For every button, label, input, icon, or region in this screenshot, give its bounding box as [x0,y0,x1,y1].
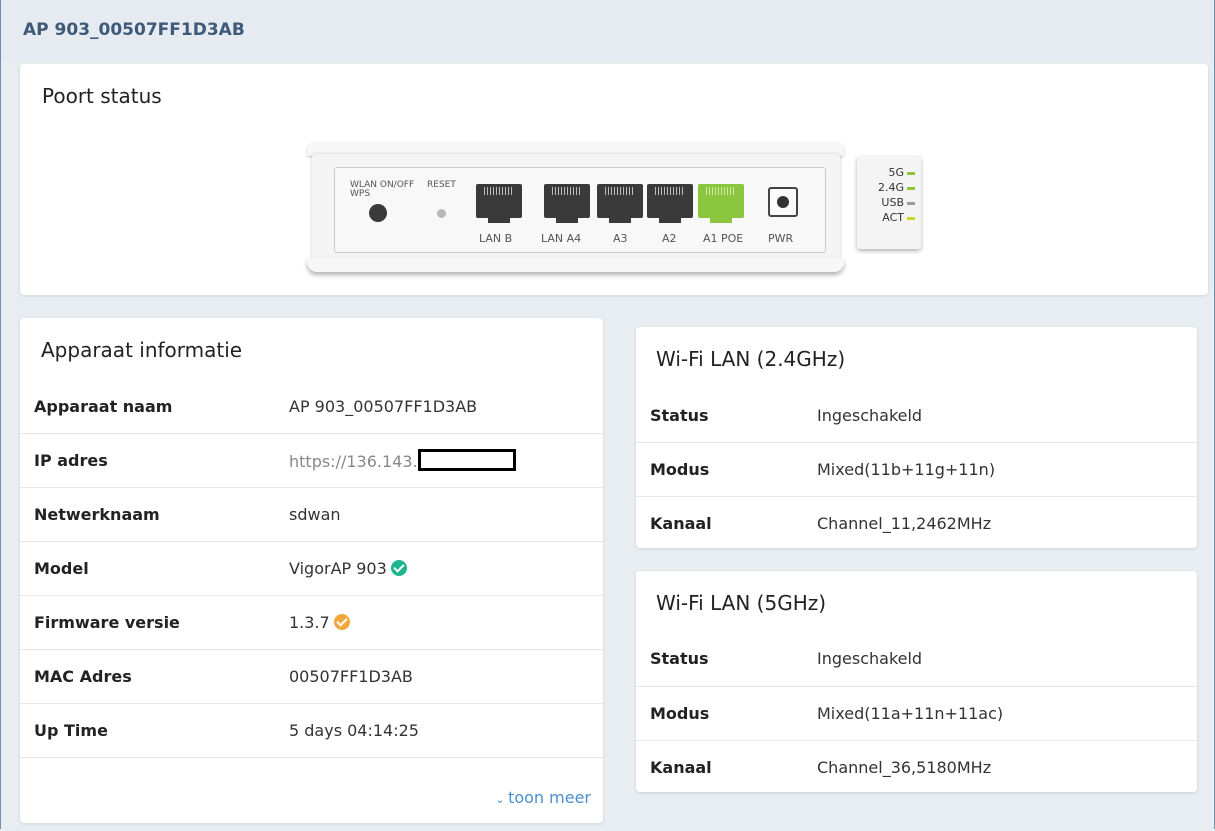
power-jack [768,187,798,217]
port-status-title: Poort status [42,84,162,108]
row-key: Up Time [34,720,108,740]
reset-hole [437,209,446,218]
wifi-24ghz-card: Wi-Fi LAN (2.4GHz) Status Ingeschakeld M… [636,327,1197,548]
row-key: Kanaal [650,513,712,533]
row-key: Modus [650,459,710,479]
table-row: Apparaat naam AP 903_00507FF1D3AB [20,380,603,433]
row-value: 00507FF1D3AB [289,666,413,686]
ip-address-link[interactable]: https://136.143. [289,452,418,471]
pwr-label: PWR [768,232,794,245]
led-24g: 2.4G [878,181,915,194]
table-row: Status Ingeschakeld [636,389,1197,442]
wifi-24ghz-table: Status Ingeschakeld Modus Mixed(11b+11g+… [636,389,1197,550]
title-bar: AP 903_00507FF1D3AB [1,0,1214,60]
redaction-box [417,449,516,471]
table-row: Firmware versie 1.3.7 [20,595,603,649]
row-key: Status [650,405,709,425]
model-verified-icon [390,559,407,576]
row-key: Kanaal [650,757,712,777]
device-rear-panel: WLAN ON/OFF WPS RESET LAN B LAN A4 A3 A2… [305,138,850,278]
window-title: AP 903_00507FF1D3AB [23,20,245,40]
row-value: 1.3.7 [289,612,330,632]
row-value: Channel_11,2462MHz [817,513,992,533]
a3-label: A3 [613,232,628,245]
row-value: sdwan [289,504,341,524]
port-a2 [647,184,693,223]
device-info-title: Apparaat informatie [41,338,243,362]
wifi-5ghz-card: Wi-Fi LAN (5GHz) Status Ingeschakeld Mod… [636,571,1197,792]
row-value: VigorAP 903 [289,558,387,578]
row-key: IP adres [34,450,108,470]
led-5g: 5G [888,166,915,179]
wlan-wps-button [369,204,387,222]
port-a4 [544,184,590,223]
row-value: Channel_36,5180MHz [817,757,992,777]
firmware-status-icon [333,613,350,630]
row-value: Ingeschakeld [817,405,923,425]
reset-label: RESET [427,180,456,190]
led-24g-indicator [907,186,915,190]
row-key: Netwerknaam [34,504,160,524]
chevron-down-icon: ⌄ [495,793,509,806]
led-act-indicator [907,216,915,220]
table-row: Modus Mixed(11b+11g+11n) [636,442,1197,496]
row-key: Model [34,558,89,578]
table-row: MAC Adres 00507FF1D3AB [20,649,603,703]
row-key: Apparaat naam [34,396,173,416]
row-value: Ingeschakeld [817,649,923,669]
led-usb: USB [881,196,915,209]
row-key: Status [650,649,709,669]
row-value: Mixed(11b+11g+11n) [817,459,996,479]
wifi-24ghz-title: Wi-Fi LAN (2.4GHz) [656,347,846,371]
port-lan-b [476,184,522,223]
led-5g-indicator [907,171,915,175]
lan-b-label: LAN B [479,232,513,245]
row-key: MAC Adres [34,666,132,686]
wps-label: WPS [350,189,371,199]
a1-poe-label: A1 POE [703,232,744,245]
table-row: Model VigorAP 903 [20,541,603,595]
table-row: Kanaal Channel_36,5180MHz [636,740,1197,794]
row-key: Firmware versie [34,612,180,632]
row-value: Mixed(11a+11n+11ac) [817,703,1004,723]
device-info-table: Apparaat naam AP 903_00507FF1D3AB IP adr… [20,380,603,758]
device-led-panel: 5G 2.4G USB ACT [857,156,921,249]
table-row: Status Ingeschakeld [636,632,1197,686]
row-key: Modus [650,703,710,723]
table-row: IP adres https://136.143. [20,433,603,487]
port-a3 [597,184,643,223]
table-row: Modus Mixed(11a+11n+11ac) [636,686,1197,740]
table-row: Kanaal Channel_11,2462MHz [636,496,1197,550]
a2-label: A2 [662,232,677,245]
led-act: ACT [882,211,915,224]
show-more-link[interactable]: ⌄ toon meer [495,788,591,807]
wifi-5ghz-title: Wi-Fi LAN (5GHz) [656,591,827,615]
port-a1-poe [698,184,744,223]
led-usb-indicator [907,201,915,205]
table-row: Netwerknaam sdwan [20,487,603,541]
table-row: Up Time 5 days 04:14:25 [20,703,603,757]
row-value: 5 days 04:14:25 [289,720,419,740]
device-info-card: Apparaat informatie Apparaat naam AP 903… [20,318,603,823]
row-value: AP 903_00507FF1D3AB [289,396,478,416]
lan-a4-label: LAN A4 [541,232,582,245]
wifi-5ghz-table: Status Ingeschakeld Modus Mixed(11a+11n+… [636,632,1197,794]
